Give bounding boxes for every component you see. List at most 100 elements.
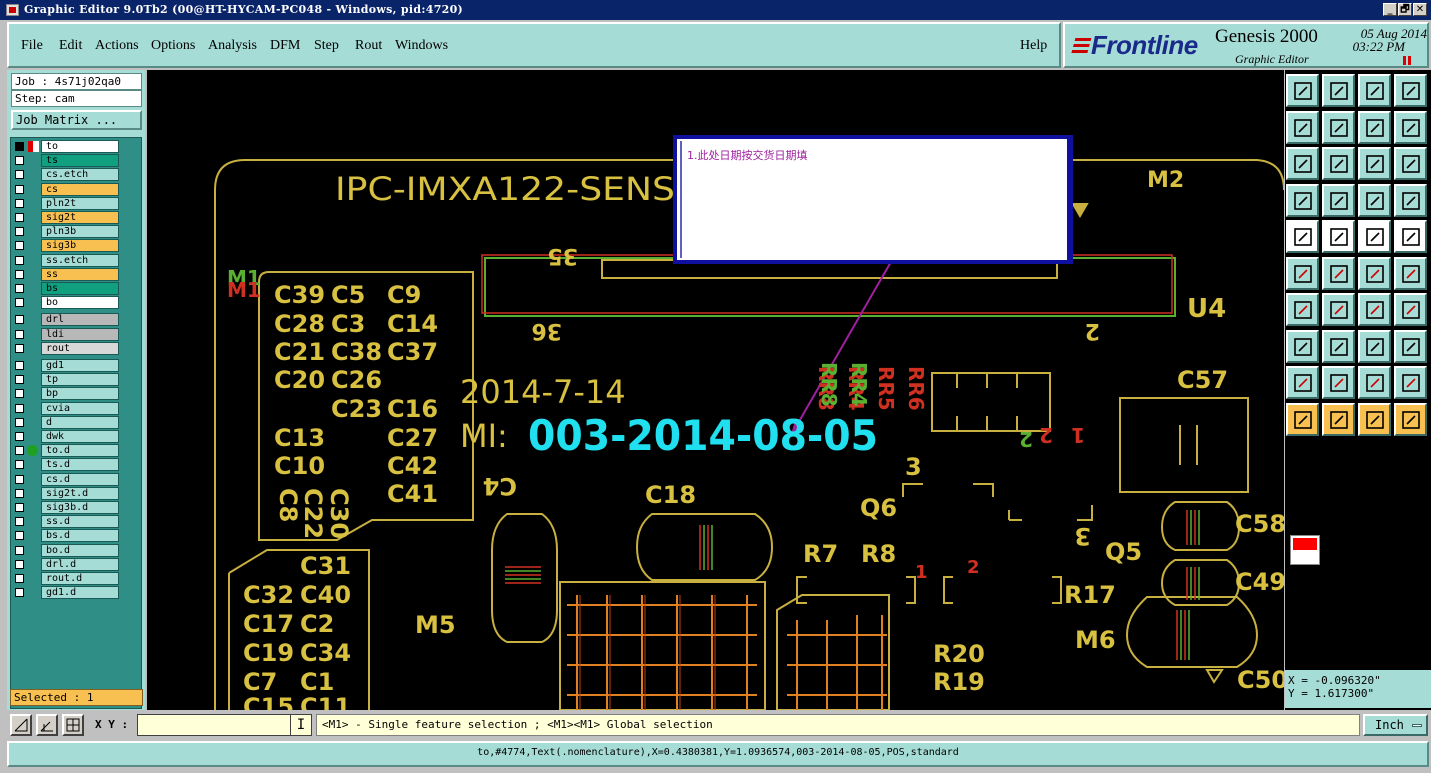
layer-name[interactable]: pln2t [41,196,119,210]
mirror-icon[interactable] [1394,293,1427,326]
pause-icon[interactable] [1403,56,1411,65]
layer-row[interactable]: sig2t.d [13,486,119,500]
layer-checkbox[interactable] [15,517,24,527]
save-icon[interactable] [1322,74,1355,107]
layer-row[interactable]: cs [13,182,119,196]
pointer-3-icon[interactable] [1358,402,1391,436]
layer-name[interactable]: d [41,415,119,429]
triangle-d-icon[interactable] [1394,366,1427,399]
layer-checkbox[interactable] [15,343,24,353]
layer-checkbox[interactable] [15,389,24,399]
layer-row[interactable]: cvia [13,401,119,415]
layer-name[interactable]: drl.d [41,557,119,571]
layer-checkbox[interactable] [15,588,24,598]
load-icon[interactable] [1286,74,1319,107]
layer-row[interactable]: bo.d [13,543,119,557]
layer-row[interactable]: bo [13,296,119,310]
layer-row[interactable]: pln3b [13,225,119,239]
units-selector[interactable]: Inch [1363,714,1428,736]
title-bar[interactable]: Graphic Editor 9.0Tb2 (00@HT-HYCAM-PC048… [0,0,1431,20]
layer-row[interactable]: drl [13,313,119,327]
pointer-icon[interactable] [1286,402,1319,436]
home-icon[interactable] [1358,74,1391,107]
layer-name[interactable]: ts.d [41,458,119,472]
zoom-in-page-icon[interactable] [1286,110,1319,144]
layer-name[interactable]: ss.d [41,515,119,529]
redraw-icon[interactable] [1394,110,1427,144]
menu-analysis[interactable]: Analysis [208,38,257,54]
layer-checkbox[interactable] [15,531,24,541]
layer-checkbox[interactable] [15,375,24,385]
line-route-2-icon[interactable] [1394,256,1427,290]
layer-checkbox[interactable] [15,315,24,325]
layer-row[interactable]: ss.etch [13,253,119,267]
layer-name[interactable]: to [41,140,119,153]
app-icon[interactable] [6,4,19,16]
zoom-fit-icon[interactable] [1286,147,1319,180]
polygon-select-icon[interactable] [1322,220,1355,253]
settings-icon[interactable] [1286,183,1319,217]
layer-checkbox[interactable] [15,184,24,194]
layer-name[interactable]: ss [41,267,119,281]
menu-options[interactable]: Options [151,38,195,54]
annotation-note[interactable]: 1.此处日期按交货日期填 [673,135,1073,264]
layer-name[interactable]: sig3b [41,239,119,253]
snap-icon[interactable] [10,714,32,736]
layer-name[interactable]: tp [41,373,119,387]
layer-row[interactable]: cs.etch [13,168,119,182]
layer-checkbox[interactable] [15,474,24,484]
menu-step[interactable]: Step [314,38,339,54]
grid-toggle-icon[interactable] [1322,183,1355,217]
zoom-out-page-icon[interactable] [1322,110,1355,144]
layer-b-icon[interactable] [1394,183,1427,217]
clip-icon[interactable] [1394,329,1427,363]
layer-checkbox[interactable] [15,142,24,151]
ruler-icon[interactable] [1358,220,1391,253]
layer-checkbox[interactable] [15,417,24,427]
layer-row[interactable]: sig3b.d [13,501,119,514]
layer-checkbox[interactable] [15,403,24,413]
layer-name[interactable]: bo [41,296,119,310]
minimize-button[interactable]: _ [1383,3,1397,16]
scale-icon[interactable] [1358,147,1391,180]
layer-name[interactable]: gd1.d [41,586,119,600]
menu-rout[interactable]: Rout [355,38,382,54]
slope-icon[interactable] [1322,293,1355,326]
layer-row[interactable]: d [13,415,119,429]
layer-name[interactable]: ss.etch [41,253,119,267]
zoom-back-icon[interactable] [1358,110,1391,144]
layer-name[interactable]: cs.d [41,472,119,486]
info-button[interactable]: I [290,714,312,736]
job-matrix-button[interactable]: Job Matrix ... [11,110,142,130]
route-connect-icon[interactable] [1286,256,1319,290]
layer-name[interactable]: cvia [41,401,119,415]
layer-name[interactable]: gd1 [41,359,119,372]
layer-row[interactable]: ss.d [13,515,119,529]
triangle-b-icon[interactable] [1322,366,1355,399]
layer-name[interactable]: sig2t.d [41,486,119,500]
layer-row[interactable]: tp [13,373,119,387]
layer-row[interactable]: sig2t [13,211,119,224]
menu-dfm[interactable]: DFM [270,38,300,54]
layer-checkbox[interactable] [15,545,24,555]
window-icon[interactable] [1394,74,1427,107]
layer-row[interactable]: bs.d [13,529,119,543]
layer-checkbox[interactable] [15,559,24,569]
pointer-4-icon[interactable] [1394,402,1427,436]
layer-checkbox[interactable] [15,298,24,308]
layer-name[interactable]: bo.d [41,543,119,557]
close-button[interactable]: ✕ [1413,3,1427,16]
layer-checkbox[interactable] [15,255,24,265]
layer-row[interactable]: pln2t [13,196,119,210]
measure-icon[interactable] [36,714,58,736]
layer-checkbox[interactable] [15,170,24,180]
layer-name[interactable]: ts [41,154,119,168]
grid-icon[interactable] [62,714,84,736]
menu-file[interactable]: File [21,38,43,54]
close-shape-icon[interactable] [1322,256,1355,290]
layer-name[interactable]: ldi [41,327,119,341]
layer-checkbox[interactable] [15,446,24,456]
layer-checkbox[interactable] [15,488,24,498]
layer-row[interactable]: ts.d [13,458,119,472]
menu-edit[interactable]: Edit [59,38,82,54]
